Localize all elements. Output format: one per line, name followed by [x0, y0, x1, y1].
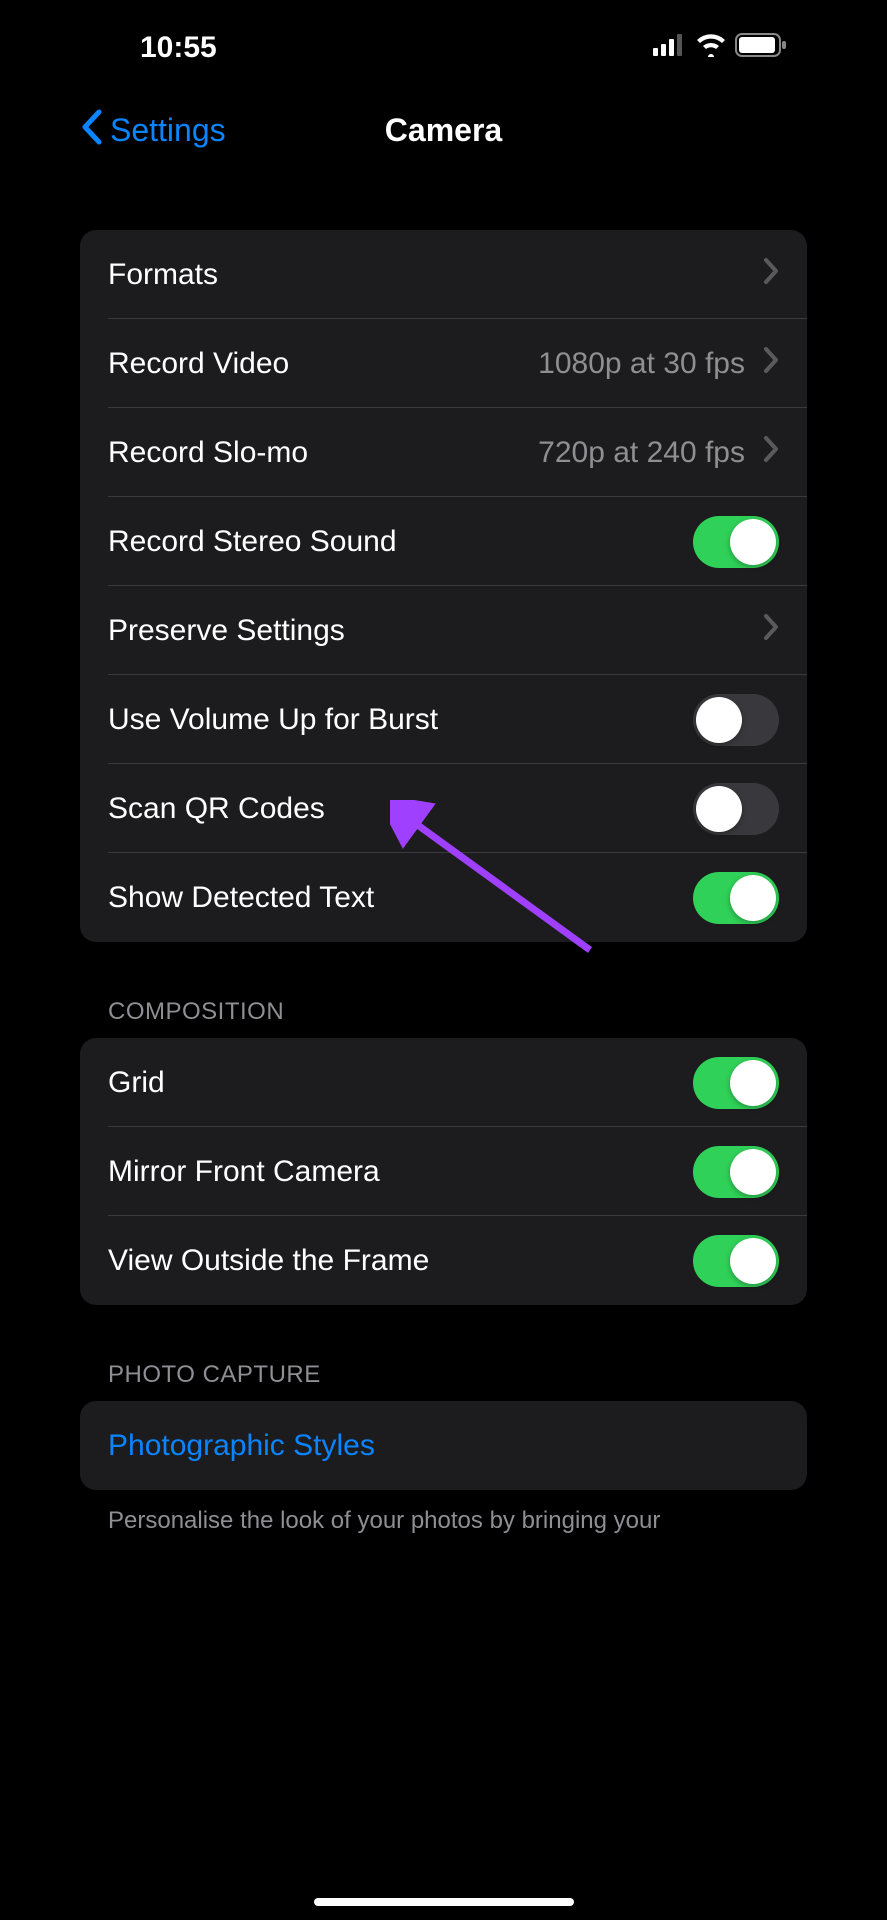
back-label: Settings: [110, 112, 226, 149]
row-detected-text: Show Detected Text: [80, 853, 807, 942]
section-header-composition: COMPOSITION: [80, 998, 807, 1038]
row-label: Show Detected Text: [108, 881, 374, 915]
status-bar: 10:55: [80, 0, 807, 90]
chevron-right-icon: [763, 434, 779, 471]
row-mirror-front: Mirror Front Camera: [80, 1127, 807, 1216]
row-volume-burst: Use Volume Up for Burst: [80, 675, 807, 764]
row-formats[interactable]: Formats: [80, 230, 807, 319]
toggle-mirror-front[interactable]: [693, 1146, 779, 1198]
nav-header: Settings Camera: [80, 90, 807, 170]
toggle-grid[interactable]: [693, 1057, 779, 1109]
row-outside-frame: View Outside the Frame: [80, 1216, 807, 1305]
row-label: Use Volume Up for Burst: [108, 703, 438, 737]
row-record-video[interactable]: Record Video 1080p at 30 fps: [80, 319, 807, 408]
row-record-slomo[interactable]: Record Slo-mo 720p at 240 fps: [80, 408, 807, 497]
section-footer-photo-capture: Personalise the look of your photos by b…: [80, 1490, 807, 1538]
cellular-signal-icon: [653, 34, 687, 61]
home-indicator[interactable]: [314, 1898, 574, 1906]
row-label: Formats: [108, 258, 218, 292]
row-label: Scan QR Codes: [108, 792, 325, 826]
status-time: 10:55: [80, 31, 217, 65]
row-scan-qr: Scan QR Codes: [80, 764, 807, 853]
row-grid: Grid: [80, 1038, 807, 1127]
chevron-right-icon: [763, 612, 779, 649]
chevron-left-icon: [80, 109, 102, 152]
row-label: View Outside the Frame: [108, 1244, 429, 1278]
row-value: 720p at 240 fps: [538, 436, 745, 470]
page-title: Camera: [385, 112, 502, 149]
row-label: Preserve Settings: [108, 614, 345, 648]
row-label: Record Video: [108, 347, 289, 381]
back-button[interactable]: Settings: [80, 109, 226, 152]
chevron-right-icon: [763, 256, 779, 293]
settings-group-composition: Grid Mirror Front Camera View Outside th…: [80, 1038, 807, 1305]
battery-icon: [735, 33, 787, 62]
section-header-photo-capture: PHOTO CAPTURE: [80, 1361, 807, 1401]
toggle-scan-qr[interactable]: [693, 783, 779, 835]
toggle-volume-burst[interactable]: [693, 694, 779, 746]
status-icons: [653, 33, 807, 62]
row-label: Grid: [108, 1066, 165, 1100]
toggle-stereo-sound[interactable]: [693, 516, 779, 568]
chevron-right-icon: [763, 345, 779, 382]
row-preserve-settings[interactable]: Preserve Settings: [80, 586, 807, 675]
row-value: 1080p at 30 fps: [538, 347, 745, 381]
row-stereo-sound: Record Stereo Sound: [80, 497, 807, 586]
row-label: Mirror Front Camera: [108, 1155, 380, 1189]
settings-group-photo-capture: Photographic Styles: [80, 1401, 807, 1490]
toggle-detected-text[interactable]: [693, 872, 779, 924]
row-photographic-styles[interactable]: Photographic Styles: [80, 1401, 807, 1490]
wifi-icon: [695, 33, 727, 62]
settings-group-main: Formats Record Video 1080p at 30 fps R: [80, 230, 807, 942]
row-label: Record Stereo Sound: [108, 525, 397, 559]
row-label: Record Slo-mo: [108, 436, 308, 470]
row-label: Photographic Styles: [108, 1429, 375, 1463]
toggle-outside-frame[interactable]: [693, 1235, 779, 1287]
